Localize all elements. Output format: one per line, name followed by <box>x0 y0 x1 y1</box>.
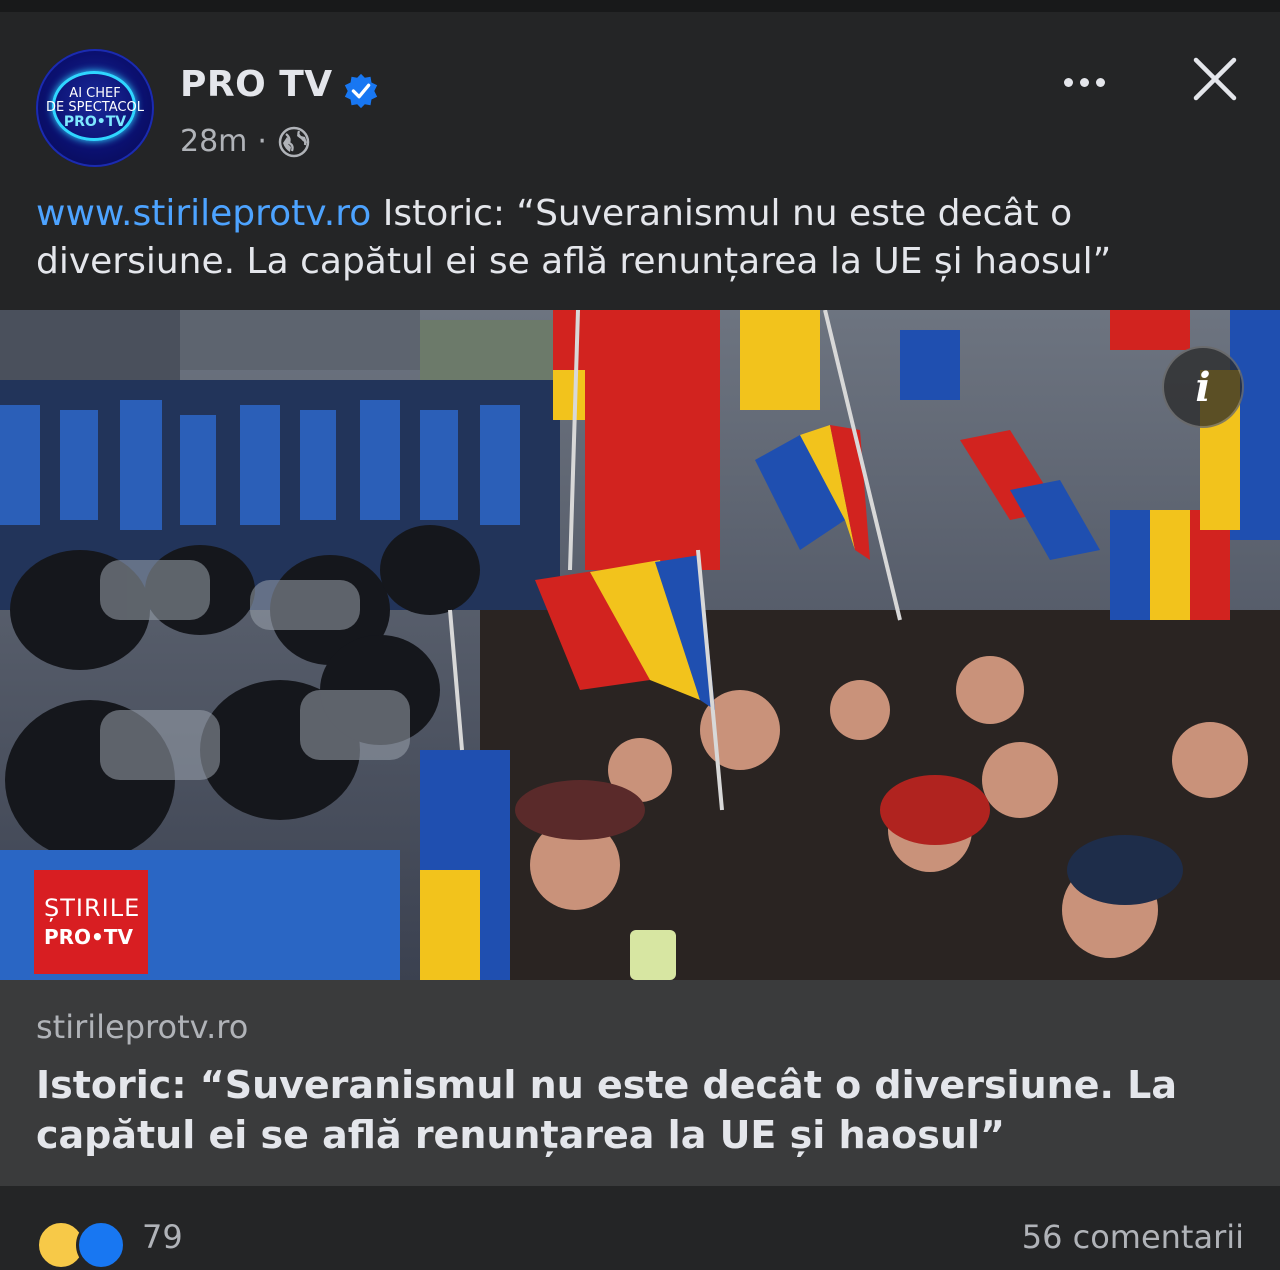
link-domain: stirileprotv.ro <box>36 1008 249 1046</box>
post-time[interactable]: 28m <box>180 124 247 159</box>
globe-icon <box>278 126 310 157</box>
status-bar-strip <box>0 0 1280 12</box>
post-meta: 28m · <box>180 124 311 159</box>
page-name[interactable]: PRO TV <box>180 64 333 105</box>
post-text: www.stirileprotv.ro Istoric: “Suveranism… <box>36 190 1246 286</box>
avatar-text-line2: DE SPECTACOL <box>46 100 144 115</box>
link-preview-card[interactable]: stirileprotv.ro Istoric: “Suveranismul n… <box>0 980 1280 1186</box>
verified-badge-icon <box>344 73 378 109</box>
info-button[interactable]: i <box>1162 346 1244 428</box>
more-dot <box>1079 77 1089 87</box>
reaction-count[interactable]: 79 <box>142 1218 183 1256</box>
page-avatar[interactable]: AI CHEF DE SPECTACOL PRO•TV <box>36 49 154 167</box>
more-options-button[interactable] <box>1052 62 1116 102</box>
watermark-line2: PRO•TV <box>44 925 133 949</box>
avatar-text-line1: AI CHEF <box>69 86 121 101</box>
reactions-bar: 79 56 comentarii <box>0 1186 1280 1270</box>
protest-photo-illustration <box>0 310 1280 980</box>
link-title: Istoric: “Suveranismul nu este decât o d… <box>36 1063 1177 1157</box>
avatar-text-line3: PRO•TV <box>63 114 127 130</box>
watermark-line1: ȘTIRILE <box>44 894 141 922</box>
close-icon[interactable] <box>1188 52 1242 106</box>
more-dot <box>1095 77 1105 87</box>
like-reaction-icon <box>76 1220 126 1270</box>
news-logo-watermark: ȘTIRILE PRO•TV <box>34 870 148 974</box>
info-icon: i <box>1195 363 1211 411</box>
post-photo[interactable]: i ȘTIRILE PRO•TV <box>0 310 1280 980</box>
reaction-icons[interactable] <box>36 1220 126 1270</box>
more-dot <box>1063 77 1073 87</box>
post-modal: AI CHEF DE SPECTACOL PRO•TV PRO TV 28m ·… <box>0 12 1280 1270</box>
meta-separator: · <box>257 124 267 159</box>
comments-count[interactable]: 56 comentarii <box>1022 1218 1244 1256</box>
post-link[interactable]: www.stirileprotv.ro <box>36 193 371 234</box>
